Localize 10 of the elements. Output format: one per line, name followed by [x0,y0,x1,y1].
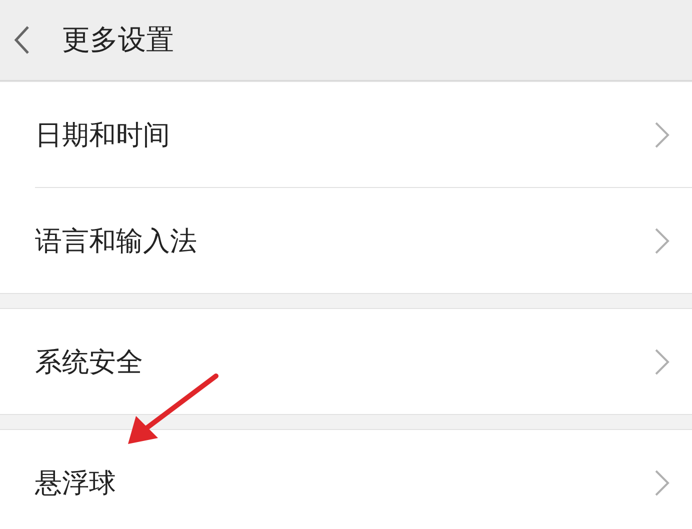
back-icon[interactable] [12,25,32,55]
settings-item[interactable]: 语言和输入法 [35,222,197,258]
chevron-right-icon [654,468,670,496]
settings-item[interactable]: 悬浮球 [35,464,116,500]
chevron-right-icon [654,348,670,376]
settings-item[interactable]: 日期和时间 [35,116,170,152]
page-title: 更多设置 [62,22,174,58]
settings-item[interactable]: 系统安全 [35,344,143,380]
chevron-right-icon [654,226,670,254]
chevron-right-icon [654,120,670,148]
